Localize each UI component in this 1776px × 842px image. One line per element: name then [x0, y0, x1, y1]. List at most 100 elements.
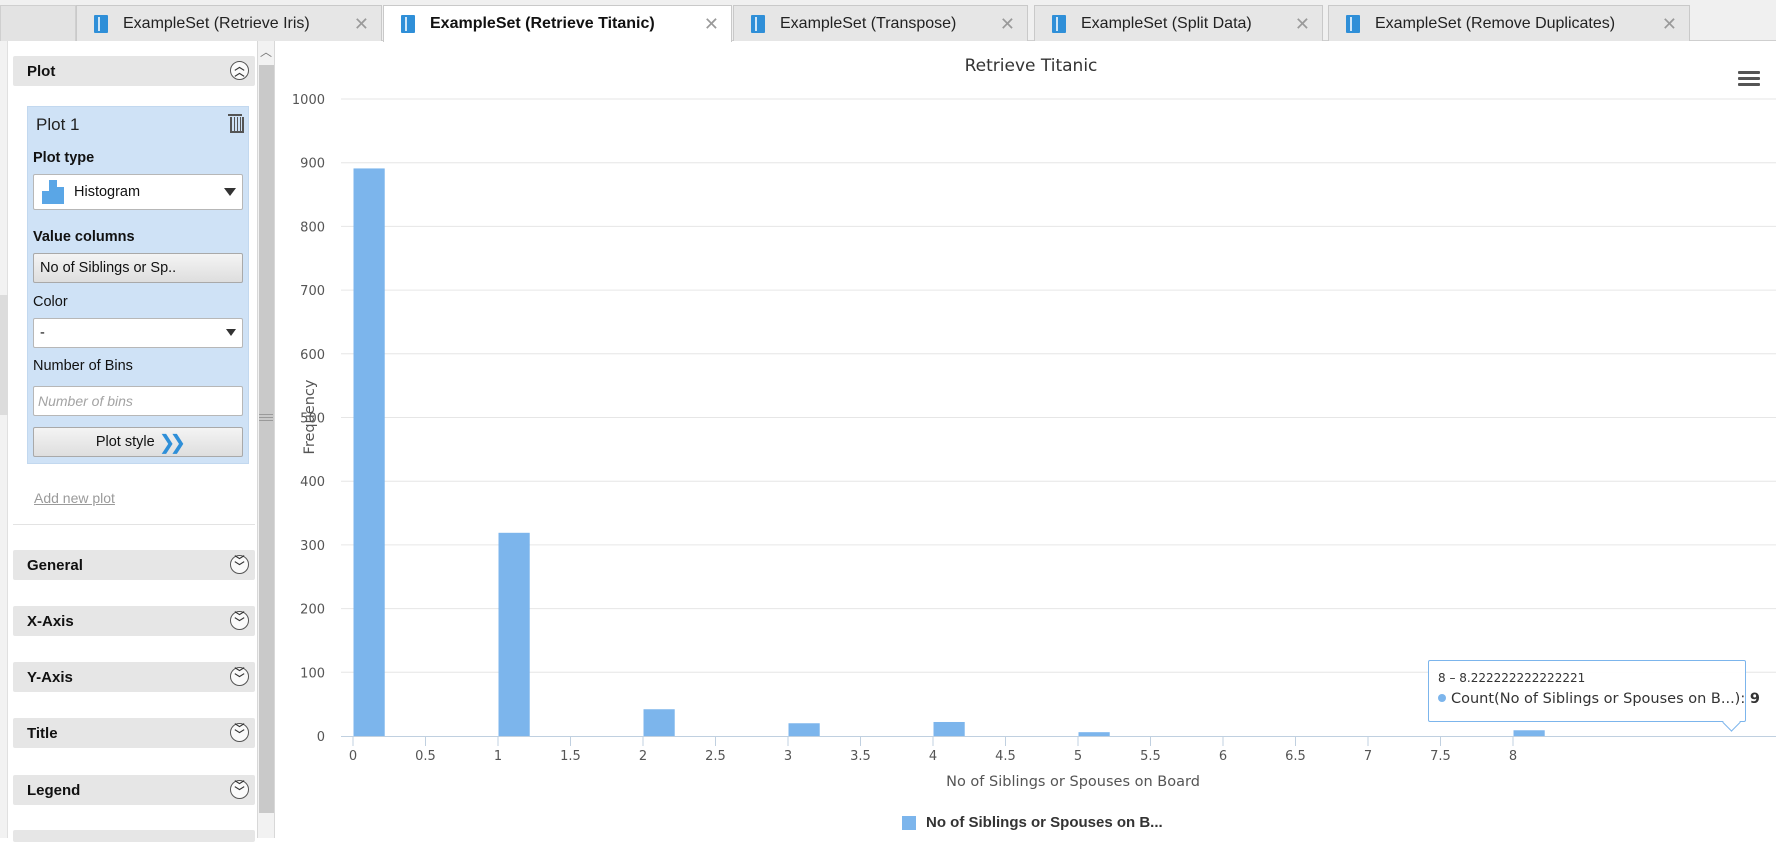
x-tick-label: 0.5 [415, 749, 436, 764]
plot-style-button[interactable]: Plot style ❯❯ [33, 427, 243, 457]
histogram-bar [643, 709, 675, 736]
panel-scrollbar[interactable]: ︿ [257, 41, 275, 838]
color-value: - [40, 325, 45, 341]
scrollbar-thumb[interactable] [259, 65, 274, 813]
y-tick-label: 900 [300, 157, 325, 172]
histogram-bar [788, 723, 820, 736]
legend-swatch [902, 815, 916, 830]
x-tick-label: 3 [784, 749, 792, 764]
tooltip-row: Count(No of Siblings or Spouses on B...)… [1438, 691, 1760, 707]
close-icon[interactable]: ✕ [1295, 14, 1310, 35]
x-tick-label: 1.5 [560, 749, 581, 764]
splitter-handle[interactable] [259, 412, 273, 422]
section-label: Y-Axis [27, 668, 73, 686]
histogram-bar [933, 721, 965, 736]
section-title[interactable]: Title ﹀ ﹀ [13, 718, 255, 748]
chevron-down-icon [224, 188, 236, 196]
plot-card-title: Plot 1 [36, 115, 80, 134]
legend-label: No of Siblings or Spouses on B... [926, 814, 1163, 831]
section-label: General [27, 556, 83, 574]
color-select[interactable]: - [33, 318, 243, 348]
number-of-bins-input[interactable] [33, 386, 243, 416]
chart-tooltip: 8 – 8.222222222222221 Count(No of Siblin… [1428, 660, 1760, 722]
histogram-bar [1513, 730, 1545, 736]
x-tick-label: 1 [494, 749, 502, 764]
value-columns-button[interactable]: No of Siblings or Sp.. [33, 253, 243, 283]
tab-split-data[interactable]: ExampleSet (Split Data) ✕ [1034, 5, 1323, 41]
section-plot[interactable]: Plot ︿ ︿ [13, 56, 255, 86]
section-legend[interactable]: Legend ﹀ ﹀ [13, 775, 255, 805]
hamburger-menu-icon[interactable] [1738, 71, 1760, 89]
color-label: Color [33, 294, 68, 310]
chevron-down-icon [226, 329, 236, 336]
x-tick-label: 4 [929, 749, 937, 764]
exampleset-icon [93, 14, 109, 34]
x-tick-label: 6.5 [1285, 749, 1306, 764]
x-tick-label: 5 [1074, 749, 1082, 764]
series-dot-icon [1438, 694, 1446, 702]
x-tick-label: 8 [1509, 749, 1517, 764]
x-tick-label: 4.5 [995, 749, 1016, 764]
exampleset-icon [1345, 14, 1361, 34]
section-label: Legend [27, 781, 81, 799]
chevron-up-icon[interactable]: ︿ [258, 43, 274, 61]
x-tick-label: 7 [1364, 749, 1372, 764]
section-general[interactable]: General ﹀ ﹀ [13, 550, 255, 580]
tab-remove-duplicates[interactable]: ExampleSet (Remove Duplicates) ✕ [1328, 5, 1690, 41]
chevron-up-circle-icon[interactable]: ︿ ︿ [230, 61, 249, 80]
x-tick-label: 2.5 [705, 749, 726, 764]
chevron-down-circle-icon[interactable]: ﹀ ﹀ [230, 555, 249, 574]
plot-type-select[interactable]: Histogram [33, 174, 243, 210]
y-tick-label: 400 [300, 475, 325, 490]
tab-retrieve-titanic[interactable]: ExampleSet (Retrieve Titanic) ✕ [383, 5, 732, 42]
close-icon[interactable]: ✕ [354, 14, 369, 35]
tab-transpose[interactable]: ExampleSet (Transpose) ✕ [733, 5, 1028, 41]
plot-type-value: Histogram [74, 184, 141, 200]
tab-label: ExampleSet (Remove Duplicates) [1375, 14, 1616, 32]
section-y-axis[interactable]: Y-Axis ﹀ ﹀ [13, 662, 255, 692]
y-tick-label: 300 [300, 539, 325, 554]
tab-retrieve-iris[interactable]: ExampleSet (Retrieve Iris) ✕ [76, 5, 382, 41]
trash-icon[interactable] [228, 113, 244, 133]
add-new-plot-link[interactable]: Add new plot [34, 490, 115, 506]
close-icon[interactable]: ✕ [704, 14, 719, 35]
tooltip-range: 8 – 8.222222222222221 [1438, 671, 1586, 685]
section-more[interactable] [13, 830, 255, 842]
tab-label: ExampleSet (Retrieve Iris) [123, 14, 310, 32]
chevron-down-circle-icon[interactable]: ﹀ ﹀ [230, 611, 249, 630]
y-tick-label: 0 [317, 730, 325, 745]
exampleset-icon [750, 14, 766, 34]
double-chevron-right-icon: ❯❯ [158, 430, 186, 454]
left-edge-marker [0, 295, 8, 415]
x-tick-label: 0 [349, 749, 357, 764]
plot-type-label: Plot type [33, 150, 95, 166]
chart-legend[interactable]: No of Siblings or Spouses on B... [902, 814, 1163, 831]
y-tick-label: 600 [300, 348, 325, 363]
value-columns-label: Value columns [33, 229, 135, 245]
divider [13, 524, 255, 525]
histogram-bar [353, 168, 385, 737]
y-tick-label: 200 [300, 603, 325, 618]
section-x-axis[interactable]: X-Axis ﹀ ﹀ [13, 606, 255, 636]
exampleset-icon [1051, 14, 1067, 34]
chevron-down-circle-icon[interactable]: ﹀ ﹀ [230, 667, 249, 686]
y-tick-label: 1000 [292, 93, 325, 108]
y-tick-label: 800 [300, 220, 325, 235]
chevron-down-circle-icon[interactable]: ﹀ ﹀ [230, 723, 249, 742]
tab-overflow-stub[interactable] [0, 5, 76, 41]
close-icon[interactable]: ✕ [1662, 14, 1677, 35]
tab-label: ExampleSet (Split Data) [1081, 14, 1252, 32]
histogram-icon [42, 180, 64, 204]
value-columns-text: No of Siblings or Sp.. [40, 260, 177, 276]
y-tick-label: 100 [300, 666, 325, 681]
tab-bar: ExampleSet (Retrieve Iris) ✕ ExampleSet … [0, 0, 1776, 42]
histogram-bar [1078, 732, 1110, 736]
plot-card: Plot 1 Plot type Histogram Value columns… [27, 106, 249, 464]
section-label: Title [27, 724, 58, 742]
chevron-down-circle-icon[interactable]: ﹀ ﹀ [230, 780, 249, 799]
x-tick-label: 5.5 [1140, 749, 1161, 764]
left-edge-strip [0, 41, 8, 838]
close-icon[interactable]: ✕ [1000, 14, 1015, 35]
tooltip-value: 9 [1749, 691, 1760, 707]
y-axis-title: Frequency [302, 379, 318, 454]
